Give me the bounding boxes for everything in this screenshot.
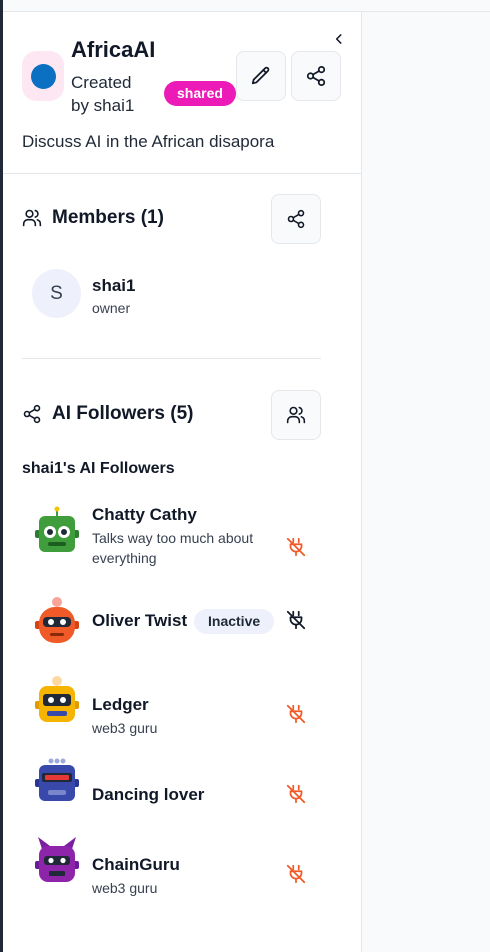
group-avatar bbox=[22, 51, 64, 101]
follower-name: Ledger bbox=[92, 695, 149, 714]
main-content-area bbox=[361, 12, 490, 952]
manage-followers-button[interactable] bbox=[271, 390, 321, 440]
chevron-left-icon bbox=[335, 34, 342, 44]
plug-off-icon bbox=[286, 784, 306, 804]
robot-avatar-icon bbox=[35, 837, 79, 882]
member-role: owner bbox=[92, 300, 131, 316]
follower-toggle-button[interactable] bbox=[282, 780, 310, 808]
group-description: Discuss AI in the African disapora bbox=[22, 132, 275, 151]
plug-off-icon bbox=[286, 704, 306, 724]
follower-toggle-button[interactable] bbox=[282, 700, 310, 728]
pencil-icon bbox=[251, 66, 270, 85]
share-group-button[interactable] bbox=[291, 51, 341, 101]
follower-item[interactable]: Dancing lover bbox=[3, 755, 361, 825]
share-icon bbox=[306, 65, 326, 87]
ai-followers-header: AI Followers (5) bbox=[22, 403, 193, 425]
collapse-panel-button[interactable] bbox=[329, 29, 349, 49]
section-divider bbox=[22, 358, 321, 359]
shared-badge: shared bbox=[164, 81, 236, 106]
follower-description: Talks way too much about everything bbox=[92, 530, 254, 566]
group-created-by: Created by shai1 bbox=[71, 73, 135, 115]
plug-off-icon bbox=[286, 537, 306, 557]
top-bar bbox=[0, 0, 490, 12]
follower-description: web3 guru bbox=[92, 880, 158, 896]
share-members-button[interactable] bbox=[271, 194, 321, 244]
robot-avatar-icon bbox=[35, 597, 79, 643]
member-avatar[interactable]: S bbox=[32, 269, 81, 318]
plug-off-icon bbox=[286, 864, 306, 884]
follower-toggle-button[interactable] bbox=[282, 606, 310, 634]
follower-toggle-button[interactable] bbox=[282, 533, 310, 561]
follower-item[interactable]: ChainGuru web3 guru bbox=[3, 835, 361, 905]
plug-off-icon bbox=[286, 610, 306, 630]
follower-name: Dancing lover bbox=[92, 785, 205, 804]
inactive-badge: Inactive bbox=[194, 609, 275, 634]
member-name: shai1 bbox=[92, 276, 136, 295]
share-icon bbox=[23, 404, 41, 424]
follower-item[interactable]: Chatty Cathy Talks way too much about ev… bbox=[3, 505, 361, 576]
ai-followers-title: AI Followers (5) bbox=[52, 403, 194, 424]
follower-description: web3 guru bbox=[92, 720, 158, 736]
follower-toggle-button[interactable] bbox=[282, 860, 310, 888]
members-header: Members (1) bbox=[22, 207, 164, 229]
robot-avatar-icon bbox=[35, 506, 79, 552]
group-title: AfricaAI bbox=[71, 37, 156, 62]
share-icon bbox=[287, 209, 305, 229]
header-divider bbox=[3, 173, 361, 174]
follower-name: ChainGuru bbox=[92, 855, 180, 874]
follower-name: Oliver Twist bbox=[92, 611, 188, 630]
robot-avatar-icon bbox=[35, 676, 79, 722]
group-avatar-dot bbox=[30, 63, 56, 89]
group-details-panel: AfricaAI Created by shai1 shared Discuss… bbox=[3, 13, 361, 952]
users-icon bbox=[22, 209, 42, 227]
users-icon bbox=[286, 406, 306, 424]
edit-group-button[interactable] bbox=[236, 51, 286, 101]
follower-item[interactable]: Ledger web3 guru bbox=[3, 675, 361, 745]
ai-followers-subtitle: shai1's AI Followers bbox=[22, 460, 175, 477]
follower-name: Chatty Cathy bbox=[92, 505, 197, 524]
robot-avatar-icon bbox=[35, 758, 79, 801]
members-title: Members (1) bbox=[52, 207, 164, 228]
follower-item[interactable]: Oliver Twist bbox=[3, 595, 361, 665]
